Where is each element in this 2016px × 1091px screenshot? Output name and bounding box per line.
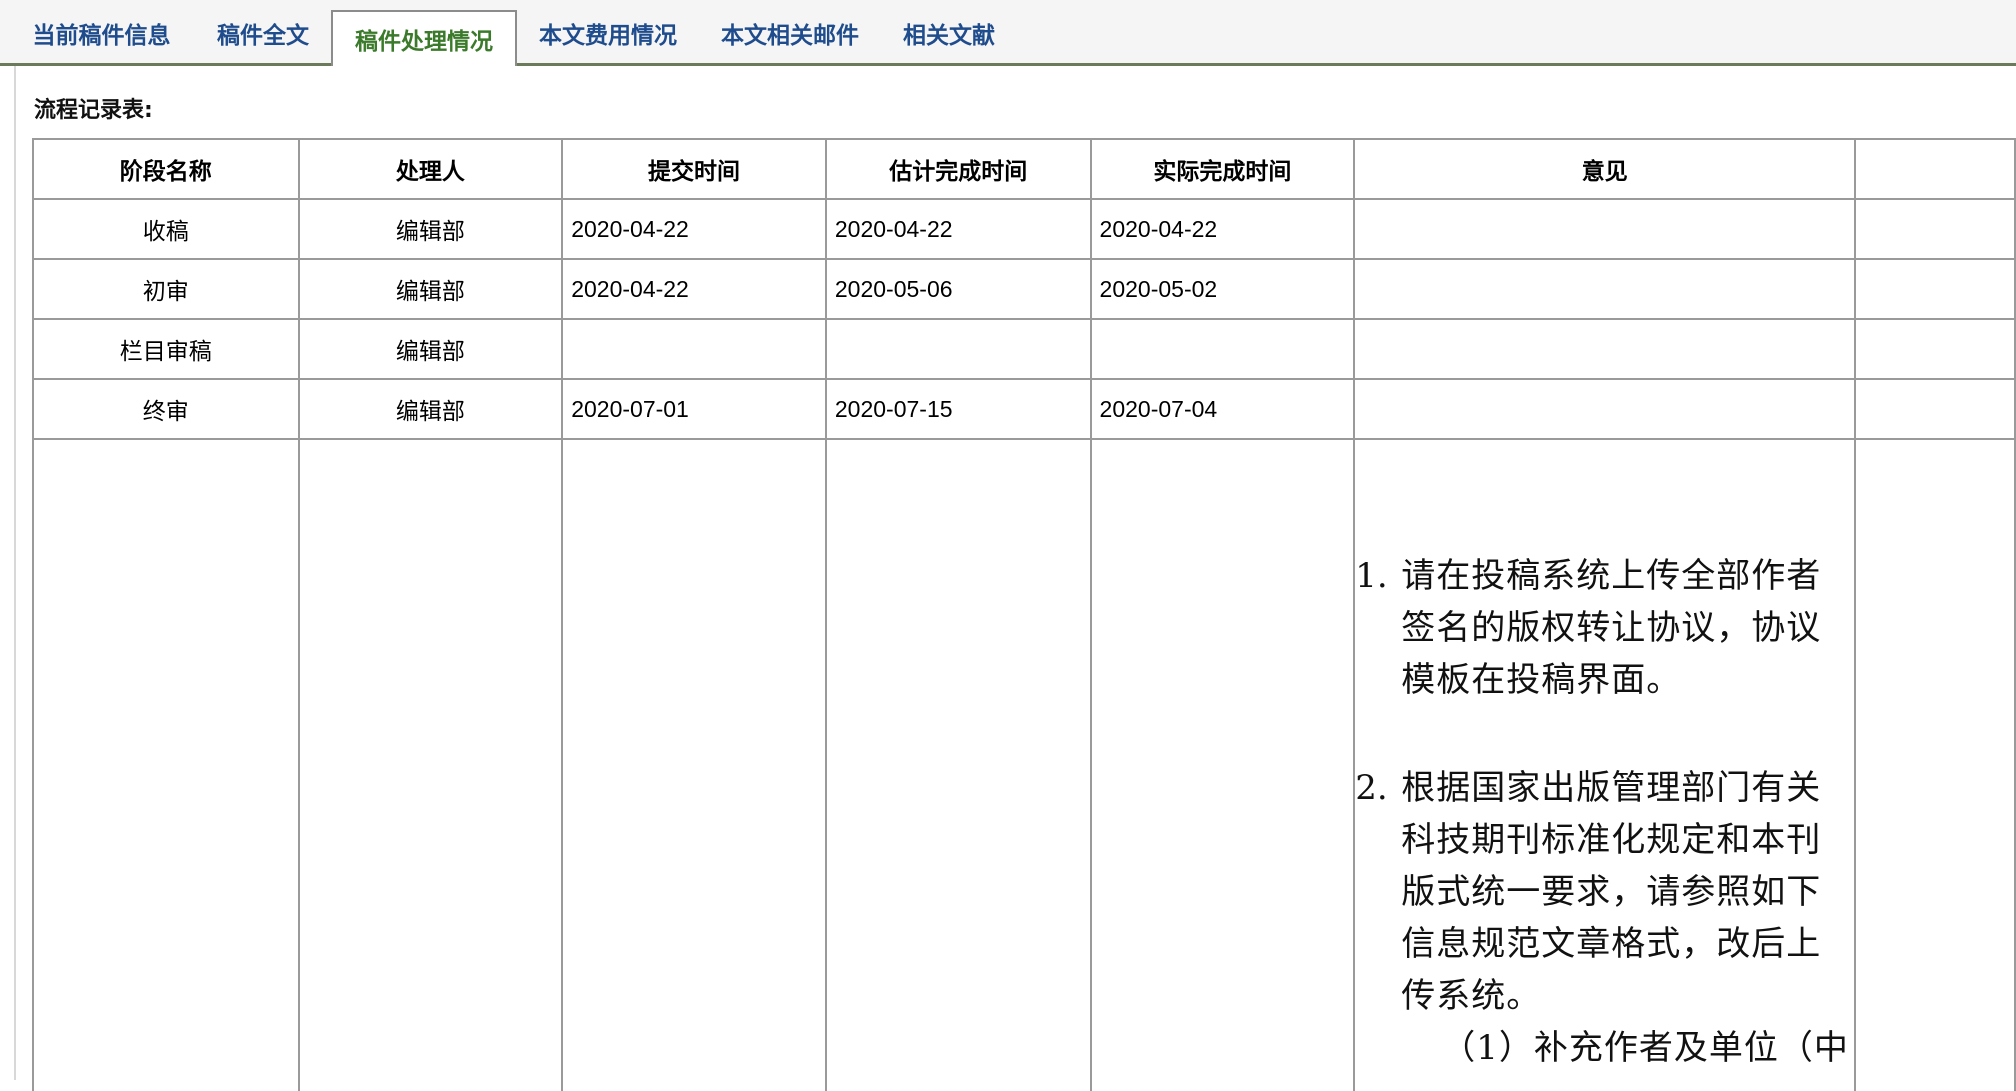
opinion-item-number: 2. (1355, 768, 1388, 808)
cell-actual (1089, 318, 1356, 380)
cell-stage: 栏目审稿 (32, 318, 300, 380)
column-header-extra (1854, 138, 2016, 200)
cell-stage: 终审 (32, 378, 300, 440)
cell-opinion-notes: 1. 请在投稿系统上传全部作者签名的版权转让协议，协议模板在投稿界面。 2. 根… (1353, 438, 1857, 1091)
cell-stage (32, 438, 300, 1091)
tab-bar: 当前稿件信息 稿件全文 稿件处理情况 本文费用情况 本文相关邮件 相关文献 (0, 0, 2016, 66)
cell-submitted: 2020-07-01 (561, 378, 827, 440)
cell-estimated (824, 318, 1092, 380)
cell-submitted (561, 318, 827, 380)
cell-opinion (1353, 378, 1857, 440)
column-header-estimated: 估计完成时间 (824, 138, 1092, 200)
cell-opinion (1353, 198, 1857, 260)
table-row-notes: 1. 请在投稿系统上传全部作者签名的版权转让协议，协议模板在投稿界面。 2. 根… (32, 438, 2016, 1091)
cell-extra (1854, 198, 2016, 260)
cell-extra (1854, 438, 2016, 1091)
table-header-row: 阶段名称 处理人 提交时间 估计完成时间 实际完成时间 意见 (32, 138, 2016, 200)
cell-submitted: 2020-04-22 (561, 198, 827, 260)
cell-handler: 编辑部 (297, 198, 564, 260)
opinion-item-text: 请在投稿系统上传全部作者签名的版权转让协议，协议模板在投稿界面。 (1401, 556, 1822, 700)
cell-estimated: 2020-05-06 (824, 258, 1092, 320)
cell-estimated: 2020-04-22 (824, 198, 1092, 260)
opinion-item-1: 1. 请在投稿系统上传全部作者签名的版权转让协议，协议模板在投稿界面。 (1355, 550, 1850, 706)
opinion-text: 1. 请在投稿系统上传全部作者签名的版权转让协议，协议模板在投稿界面。 2. 根… (1355, 441, 1853, 1074)
cell-actual (1089, 438, 1356, 1091)
tab-current-manuscript-info[interactable]: 当前稿件信息 (14, 0, 189, 66)
column-header-handler: 处理人 (297, 138, 564, 200)
opinion-item-number: 1. (1355, 556, 1388, 596)
tab-article-fees[interactable]: 本文费用情况 (530, 0, 686, 66)
cell-actual: 2020-05-02 (1089, 258, 1356, 320)
cell-opinion (1353, 258, 1857, 320)
cell-actual: 2020-07-04 (1089, 378, 1356, 440)
cell-stage: 初审 (32, 258, 300, 320)
cell-submitted (561, 438, 827, 1091)
cell-estimated: 2020-07-15 (824, 378, 1092, 440)
tab-related-literature[interactable]: 相关文献 (894, 0, 1004, 66)
opinion-sub-item: （1）补充作者及单位（中 (1441, 1028, 1849, 1068)
cell-extra (1854, 258, 2016, 320)
table-row: 终审 编辑部 2020-07-01 2020-07-15 2020-07-04 (32, 378, 2016, 440)
cell-handler: 编辑部 (297, 378, 564, 440)
section-title: 流程记录表: (34, 98, 153, 123)
process-record-table: 阶段名称 处理人 提交时间 估计完成时间 实际完成时间 意见 收稿 编辑部 20… (32, 138, 2016, 1091)
table-row: 栏目审稿 编辑部 (32, 318, 2016, 380)
column-header-opinion: 意见 (1353, 138, 1857, 200)
column-header-actual: 实际完成时间 (1089, 138, 1356, 200)
cell-extra (1854, 318, 2016, 380)
cell-extra (1854, 378, 2016, 440)
cell-handler: 编辑部 (297, 318, 564, 380)
column-header-stage: 阶段名称 (32, 138, 300, 200)
cell-handler: 编辑部 (297, 258, 564, 320)
opinion-item-text: 根据国家出版管理部门有关科技期刊标准化规定和本刊版式统一要求，请参照如下信息规范… (1401, 768, 1822, 1016)
column-header-submitted: 提交时间 (561, 138, 827, 200)
cell-opinion (1353, 318, 1857, 380)
table-row: 收稿 编辑部 2020-04-22 2020-04-22 2020-04-22 (32, 198, 2016, 260)
cell-stage: 收稿 (32, 198, 300, 260)
table-row: 初审 编辑部 2020-04-22 2020-05-06 2020-05-02 (32, 258, 2016, 320)
cell-actual: 2020-04-22 (1089, 198, 1356, 260)
tab-manuscript-processing[interactable]: 稿件处理情况 (331, 10, 517, 66)
tab-related-emails[interactable]: 本文相关邮件 (712, 0, 868, 66)
cell-handler (297, 438, 564, 1091)
cell-estimated (824, 438, 1092, 1091)
opinion-item-2: 2. 根据国家出版管理部门有关科技期刊标准化规定和本刊版式统一要求，请参照如下信… (1355, 762, 1850, 1022)
tab-manuscript-full-text[interactable]: 稿件全文 (204, 0, 322, 66)
cell-submitted: 2020-04-22 (561, 258, 827, 320)
